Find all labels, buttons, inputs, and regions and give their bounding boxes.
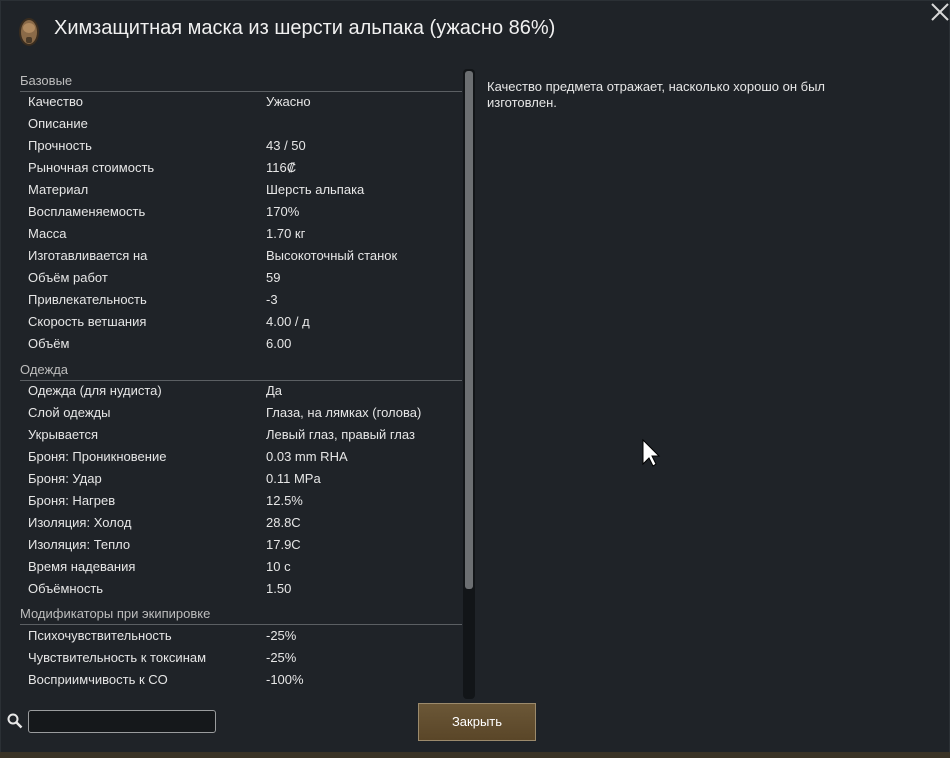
stats-list[interactable]: Базовые Качество Ужасно Описание Прочнос… [20, 69, 462, 697]
stat-label: Одежда (для нудиста) [28, 383, 162, 398]
stat-row[interactable]: Изоляция: Тепло 17.9C [20, 534, 462, 556]
stat-value: Шерсть альпака [266, 182, 365, 197]
stat-row[interactable]: Материал Шерсть альпака [20, 179, 462, 201]
stat-row[interactable]: Воспламеняемость 170% [20, 201, 462, 223]
stat-row[interactable]: Изготавливается на Высокоточный станок [20, 245, 462, 267]
stat-value: -25% [266, 650, 297, 665]
stat-label: Объём [28, 336, 70, 351]
stat-row[interactable]: Масса 1.70 кг [20, 223, 462, 245]
stat-description: Качество предмета отражает, насколько хо… [487, 79, 826, 110]
stat-value: Ужасно [266, 94, 311, 109]
stat-label: Изготавливается на [28, 248, 148, 263]
stat-row[interactable]: Качество Ужасно [20, 91, 462, 113]
background-strip [0, 752, 950, 758]
stat-row[interactable]: Броня: Удар 0.11 MPa [20, 468, 462, 490]
stat-row[interactable]: Время надевания 10 с [20, 556, 462, 578]
stat-label: Психочувствительность [28, 628, 172, 643]
stat-label: Чувствительность к токсинам [28, 650, 207, 665]
stat-row[interactable]: Прочность 43 / 50 [20, 135, 462, 157]
stat-label: Восприимчивость к CO [28, 672, 168, 687]
magnifier-icon [7, 713, 23, 729]
stat-label: Описание [28, 116, 88, 131]
section-header-equipped-modifiers: Модификаторы при экипировке [20, 603, 462, 625]
stat-value: 170% [266, 204, 300, 219]
stat-label: Время надевания [28, 559, 136, 574]
stat-value: 59 [266, 270, 281, 285]
stat-label: Привлекательность [28, 292, 147, 307]
stat-value: 1.70 кг [266, 226, 306, 241]
stat-value: 43 / 50 [266, 138, 306, 153]
scrollbar-thumb[interactable] [465, 71, 473, 589]
stat-label: Прочность [28, 138, 92, 153]
stat-value: Глаза, на лямках (голова) [266, 405, 422, 420]
stat-row[interactable]: Описание [20, 113, 462, 135]
item-title: Химзащитная маска из шерсти альпака (ужа… [54, 17, 556, 39]
stat-row[interactable]: Привлекательность -3 [20, 289, 462, 311]
stat-row[interactable]: Укрывается Левый глаз, правый глаз [20, 424, 462, 446]
stat-label: Укрывается [28, 427, 99, 442]
stat-value: 6.00 [266, 336, 292, 351]
stat-label: Объёмность [28, 581, 104, 596]
stat-value: 12.5% [266, 493, 303, 508]
stat-label: Объём работ [28, 270, 108, 285]
stat-row[interactable]: Рыночная стоимость 116₡ [20, 157, 462, 179]
stat-row[interactable]: Восприимчивость к CO -100% [20, 669, 462, 691]
stat-row[interactable]: Броня: Проникновение 0.03 mm RHA [20, 446, 462, 468]
stat-row[interactable]: Одежда (для нудиста) Да [20, 380, 462, 402]
stat-label: Изоляция: Холод [28, 515, 132, 530]
stat-label: Слой одежды [28, 405, 111, 420]
stat-value: 0.11 MPa [266, 471, 321, 486]
stat-label: Скорость ветшания [28, 314, 147, 329]
stat-row[interactable]: Скорость ветшания 4.00 / д [20, 311, 462, 333]
stat-row[interactable]: Броня: Нагрев 12.5% [20, 490, 462, 512]
gas-mask-icon [19, 18, 39, 46]
stat-value: 17.9C [266, 537, 301, 552]
mouse-cursor-icon [642, 438, 661, 467]
stat-row[interactable]: Объём 6.00 [20, 333, 462, 355]
section-header-apparel: Одежда [20, 359, 462, 381]
stat-label: Воспламеняемость [28, 204, 146, 219]
stat-label: Рыночная стоимость [28, 160, 155, 175]
stat-value: Да [266, 383, 283, 398]
stat-value: 116₡ [266, 160, 297, 175]
close-button[interactable]: Закрыть [418, 703, 536, 741]
stat-value: 10 с [266, 559, 291, 574]
stat-value: Высокоточный станок [266, 248, 398, 263]
stat-label: Броня: Проникновение [28, 449, 167, 464]
stat-value: 28.8C [266, 515, 301, 530]
stat-value: 1.50 [266, 581, 292, 596]
stat-label: Броня: Удар [28, 471, 102, 486]
stat-value: -3 [266, 292, 278, 307]
stat-value: 4.00 / д [266, 314, 310, 329]
stat-row[interactable]: Изоляция: Холод 28.8C [20, 512, 462, 534]
stat-label: Материал [28, 182, 89, 197]
stat-label: Масса [28, 226, 67, 241]
stat-label: Изоляция: Тепло [28, 537, 131, 552]
stat-row[interactable]: Слой одежды Глаза, на лямках (голова) [20, 402, 462, 424]
close-x-icon[interactable] [929, 1, 950, 23]
section-header-basic: Базовые [20, 70, 462, 92]
stat-value: -100% [266, 672, 304, 687]
stat-row[interactable]: Чувствительность к токсинам -25% [20, 647, 462, 669]
info-dialog: Химзащитная маска из шерсти альпака (ужа… [0, 0, 950, 758]
stat-label: Броня: Нагрев [28, 493, 116, 508]
search-input[interactable] [28, 710, 216, 733]
stat-value: Левый глаз, правый глаз [266, 427, 415, 442]
stat-value: 0.03 mm RHA [266, 449, 348, 464]
stat-value: -25% [266, 628, 297, 643]
stat-label: Качество [28, 94, 83, 109]
stat-row[interactable]: Психочувствительность -25% [20, 625, 462, 647]
stat-row[interactable]: Объём работ 59 [20, 267, 462, 289]
stat-row[interactable]: Объёмность 1.50 [20, 578, 462, 600]
